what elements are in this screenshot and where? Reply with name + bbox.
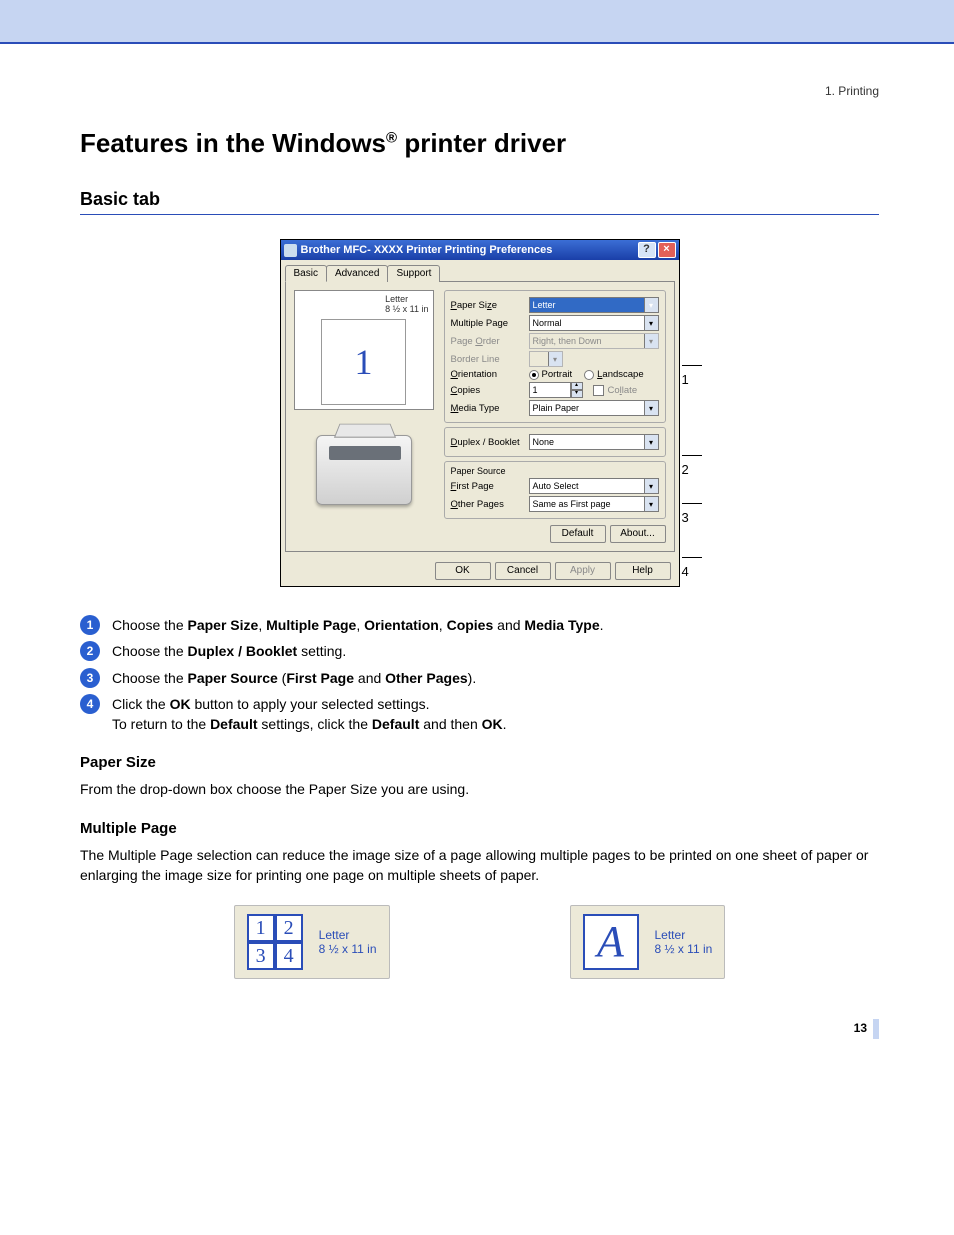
- callout-4: 4: [682, 549, 708, 579]
- first-page-select[interactable]: Auto Select▾: [529, 478, 659, 494]
- example-poster: A Letter 8 ½ x 11 in: [570, 905, 726, 979]
- group-paper-source: Paper Source First Page Auto Select▾ Oth…: [444, 461, 666, 519]
- section-header: 1. Printing: [80, 84, 879, 98]
- chevron-down-icon[interactable]: ▾: [644, 479, 658, 493]
- group-duplex: Duplex / Booklet None▾: [444, 427, 666, 457]
- media-type-select[interactable]: Plain Paper▾: [529, 400, 659, 416]
- step-bubble-3: 3: [80, 668, 100, 688]
- p-multiple-page: The Multiple Page selection can reduce t…: [80, 845, 879, 886]
- default-button[interactable]: Default: [550, 525, 606, 543]
- multiple-page-select[interactable]: Normal▾: [529, 315, 659, 331]
- step-3: 3 Choose the Paper Source (First Page an…: [80, 668, 879, 688]
- preview-line1: Letter: [385, 294, 408, 304]
- chevron-down-icon[interactable]: ▾: [644, 435, 658, 449]
- other-pages-select[interactable]: Same as First page▾: [529, 496, 659, 512]
- callout-2: 2: [682, 447, 708, 477]
- preview-line2: 8 ½ x 11 in: [385, 304, 428, 314]
- dialog-figure: Brother MFC- XXXX Printer Printing Prefe…: [80, 239, 879, 587]
- chevron-down-icon[interactable]: ▾: [644, 497, 658, 511]
- page-number: 13: [80, 1019, 879, 1039]
- step-2: 2 Choose the Duplex / Booklet setting.: [80, 641, 879, 661]
- title-sup: ®: [386, 129, 397, 146]
- printer-illustration: [294, 422, 434, 518]
- h3-paper-size: Paper Size: [80, 754, 879, 771]
- about-button[interactable]: About...: [610, 525, 666, 543]
- help-button[interactable]: Help: [615, 562, 671, 580]
- lbl-collate: Collate: [608, 385, 638, 396]
- dialog-button-row: OK Cancel Apply Help: [281, 556, 679, 586]
- step-1: 1 Choose the Paper Size, Multiple Page, …: [80, 615, 879, 635]
- ok-button[interactable]: OK: [435, 562, 491, 580]
- opt-portrait[interactable]: Portrait: [542, 369, 573, 380]
- p-paper-size: From the drop-down box choose the Paper …: [80, 779, 879, 799]
- page-title: Features in the Windows® printer driver: [80, 128, 879, 159]
- app-icon: [284, 244, 297, 257]
- ex2-line2: 8 ½ x 11 in: [655, 942, 713, 956]
- cancel-button[interactable]: Cancel: [495, 562, 551, 580]
- example-4up: 1 2 3 4 Letter 8 ½ x 11 in: [234, 905, 390, 979]
- ex1-line1: Letter: [319, 928, 350, 942]
- lbl-media-type: Media Type: [451, 403, 529, 414]
- page-number-bar: [873, 1019, 879, 1039]
- lbl-first-page: First Page: [451, 481, 529, 492]
- step-list: 1 Choose the Paper Size, Multiple Page, …: [80, 615, 879, 734]
- step-4: 4 Click the OK button to apply your sele…: [80, 694, 879, 735]
- doc-top-bar: [0, 0, 954, 44]
- ex2-line1: Letter: [655, 928, 686, 942]
- lbl-page-order: Page Order: [451, 336, 529, 347]
- step-bubble-2: 2: [80, 641, 100, 661]
- dialog-title: Brother MFC- XXXX Printer Printing Prefe…: [301, 244, 553, 256]
- collate-checkbox[interactable]: [593, 385, 604, 396]
- close-icon[interactable]: ×: [658, 242, 676, 258]
- h2-basic-tab: Basic tab: [80, 189, 879, 215]
- copies-spinner[interactable]: ▴▾: [571, 382, 583, 398]
- tab-basic[interactable]: Basic: [285, 265, 327, 282]
- opt-landscape[interactable]: Landscape: [597, 369, 644, 380]
- callout-3: 3: [682, 495, 708, 525]
- group-main: Paper Size Letter▾ Multiple Page Normal▾…: [444, 290, 666, 423]
- h3-multiple-page: Multiple Page: [80, 820, 879, 837]
- title-pre: Features in the Windows: [80, 128, 386, 158]
- cell-2: 2: [275, 914, 303, 942]
- duplex-select[interactable]: None▾: [529, 434, 659, 450]
- step-bubble-4: 4: [80, 694, 100, 714]
- page-order-select: Right, then Down▾: [529, 333, 659, 349]
- copies-input[interactable]: 1: [529, 382, 571, 398]
- example-row: 1 2 3 4 Letter 8 ½ x 11 in A Letter 8 ½ …: [80, 905, 879, 979]
- radio-landscape[interactable]: [584, 370, 594, 380]
- cell-1: 1: [247, 914, 275, 942]
- preview-page-number: 1: [321, 319, 406, 405]
- help-icon[interactable]: ?: [638, 242, 656, 258]
- dialog-titlebar: Brother MFC- XXXX Printer Printing Prefe…: [281, 240, 679, 260]
- chevron-down-icon[interactable]: ▾: [644, 298, 658, 312]
- big-a: A: [583, 914, 639, 970]
- page-preview: Letter 8 ½ x 11 in 1: [294, 290, 434, 410]
- printing-preferences-dialog: Brother MFC- XXXX Printer Printing Prefe…: [280, 239, 680, 587]
- chevron-down-icon: ▾: [644, 334, 658, 348]
- callout-1: 1: [682, 357, 708, 387]
- lbl-orientation: Orientation: [451, 369, 529, 380]
- lbl-paper-size: Paper Size: [451, 300, 529, 311]
- tab-advanced[interactable]: Advanced: [326, 265, 388, 282]
- chevron-down-icon[interactable]: ▾: [644, 401, 658, 415]
- lbl-multiple-page: Multiple Page: [451, 318, 529, 329]
- title-post: printer driver: [397, 128, 566, 158]
- lbl-other-pages: Other Pages: [451, 499, 529, 510]
- chevron-down-icon[interactable]: ▾: [644, 316, 658, 330]
- legend-paper-source: Paper Source: [451, 466, 659, 476]
- radio-portrait[interactable]: [529, 370, 539, 380]
- tab-support[interactable]: Support: [387, 265, 440, 282]
- chevron-down-icon: ▾: [548, 352, 562, 366]
- lbl-duplex: Duplex / Booklet: [451, 437, 529, 448]
- apply-button: Apply: [555, 562, 611, 580]
- step-bubble-1: 1: [80, 615, 100, 635]
- tabstrip: Basic Advanced Support: [281, 260, 679, 281]
- border-line-select: ▾: [529, 351, 563, 367]
- cell-3: 3: [247, 942, 275, 970]
- cell-4: 4: [275, 942, 303, 970]
- ex1-line2: 8 ½ x 11 in: [319, 942, 377, 956]
- lbl-border-line: Border Line: [451, 354, 529, 365]
- lbl-copies: Copies: [451, 385, 529, 396]
- paper-size-select[interactable]: Letter▾: [529, 297, 659, 313]
